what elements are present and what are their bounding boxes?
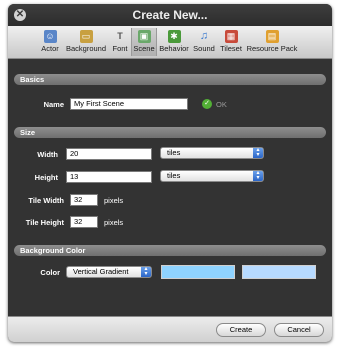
height-field[interactable]: 13 bbox=[66, 171, 152, 183]
tab-font-label: Font bbox=[112, 44, 128, 53]
sound-icon: ♫ bbox=[199, 30, 209, 42]
section-header-basics: Basics bbox=[14, 74, 326, 85]
tab-tileset-label: Tileset bbox=[220, 44, 242, 53]
gradient-mode-select[interactable]: Vertical Gradient ▴ ▾ bbox=[66, 266, 152, 278]
actor-icon: ☺ bbox=[43, 30, 57, 43]
resource-pack-icon: ▤ bbox=[265, 30, 279, 43]
title-bar: ✕ Create New... bbox=[8, 4, 332, 26]
width-label: Width bbox=[37, 150, 58, 159]
height-unit-select[interactable]: tiles ▴ ▾ bbox=[160, 170, 264, 182]
tab-scene[interactable]: ▣ Scene bbox=[131, 28, 157, 56]
tile-height-unit: pixels bbox=[104, 218, 124, 227]
tile-width-label: Tile Width bbox=[28, 196, 64, 205]
create-new-dialog: ✕ Create New... ☺ Actor ▭ Background T F… bbox=[8, 4, 332, 342]
dialog-footer: Create Cancel bbox=[8, 316, 332, 342]
tab-scene-label: Scene bbox=[133, 44, 155, 53]
create-button[interactable]: Create bbox=[216, 323, 266, 337]
tab-sound[interactable]: ♫ Sound bbox=[192, 28, 216, 56]
tile-height-label: Tile Height bbox=[25, 218, 64, 227]
tab-sound-label: Sound bbox=[193, 44, 215, 53]
cancel-button[interactable]: Cancel bbox=[274, 323, 324, 337]
scene-name-field[interactable]: My First Scene bbox=[70, 98, 188, 110]
tab-background[interactable]: ▭ Background bbox=[64, 28, 108, 56]
tab-behavior[interactable]: ✱ Behavior bbox=[158, 28, 190, 56]
tab-resource-pack-label: Resource Pack bbox=[246, 44, 298, 53]
color-swatch-2[interactable] bbox=[242, 265, 316, 279]
gradient-mode-value: Vertical Gradient bbox=[73, 267, 129, 276]
width-unit-value: tiles bbox=[167, 148, 181, 157]
tab-font[interactable]: T Font bbox=[110, 28, 130, 56]
checkmark-icon: ✓ bbox=[202, 99, 212, 109]
behavior-icon: ✱ bbox=[167, 30, 181, 43]
tab-tileset[interactable]: ▦ Tileset bbox=[218, 28, 244, 56]
tile-width-field[interactable]: 32 bbox=[70, 194, 98, 206]
tab-behavior-label: Behavior bbox=[159, 44, 189, 53]
dialog-content: Basics Name My First Scene ✓ OK Size Wid… bbox=[8, 59, 332, 316]
width-unit-select[interactable]: tiles ▴ ▾ bbox=[160, 147, 264, 159]
section-header-size: Size bbox=[14, 127, 326, 138]
type-toolbar: ☺ Actor ▭ Background T Font ▣ Scene ✱ Be… bbox=[8, 26, 332, 59]
select-arrows-icon: ▴ ▾ bbox=[253, 170, 263, 181]
tileset-icon: ▦ bbox=[224, 30, 238, 43]
tab-actor-label: Actor bbox=[41, 44, 59, 53]
tab-resource-pack[interactable]: ▤ Resource Pack bbox=[246, 28, 298, 56]
height-label: Height bbox=[34, 173, 58, 182]
tile-width-unit: pixels bbox=[104, 196, 124, 205]
dialog-title: Create New... bbox=[132, 8, 208, 22]
name-label: Name bbox=[43, 100, 64, 109]
color-swatch-1[interactable] bbox=[161, 265, 235, 279]
section-header-background-color: Background Color bbox=[14, 245, 326, 256]
background-icon: ▭ bbox=[79, 30, 93, 43]
close-icon[interactable]: ✕ bbox=[14, 9, 26, 21]
ok-status-text: OK bbox=[216, 100, 227, 109]
tab-actor[interactable]: ☺ Actor bbox=[38, 28, 62, 56]
scene-icon: ▣ bbox=[137, 30, 151, 43]
width-field[interactable]: 20 bbox=[66, 148, 152, 160]
select-arrows-icon: ▴ ▾ bbox=[141, 266, 151, 277]
tab-background-label: Background bbox=[65, 44, 107, 53]
tile-height-field[interactable]: 32 bbox=[70, 216, 98, 228]
font-icon: T bbox=[117, 31, 123, 41]
height-unit-value: tiles bbox=[167, 171, 181, 180]
select-arrows-icon: ▴ ▾ bbox=[253, 147, 263, 158]
color-label: Color bbox=[40, 268, 60, 277]
